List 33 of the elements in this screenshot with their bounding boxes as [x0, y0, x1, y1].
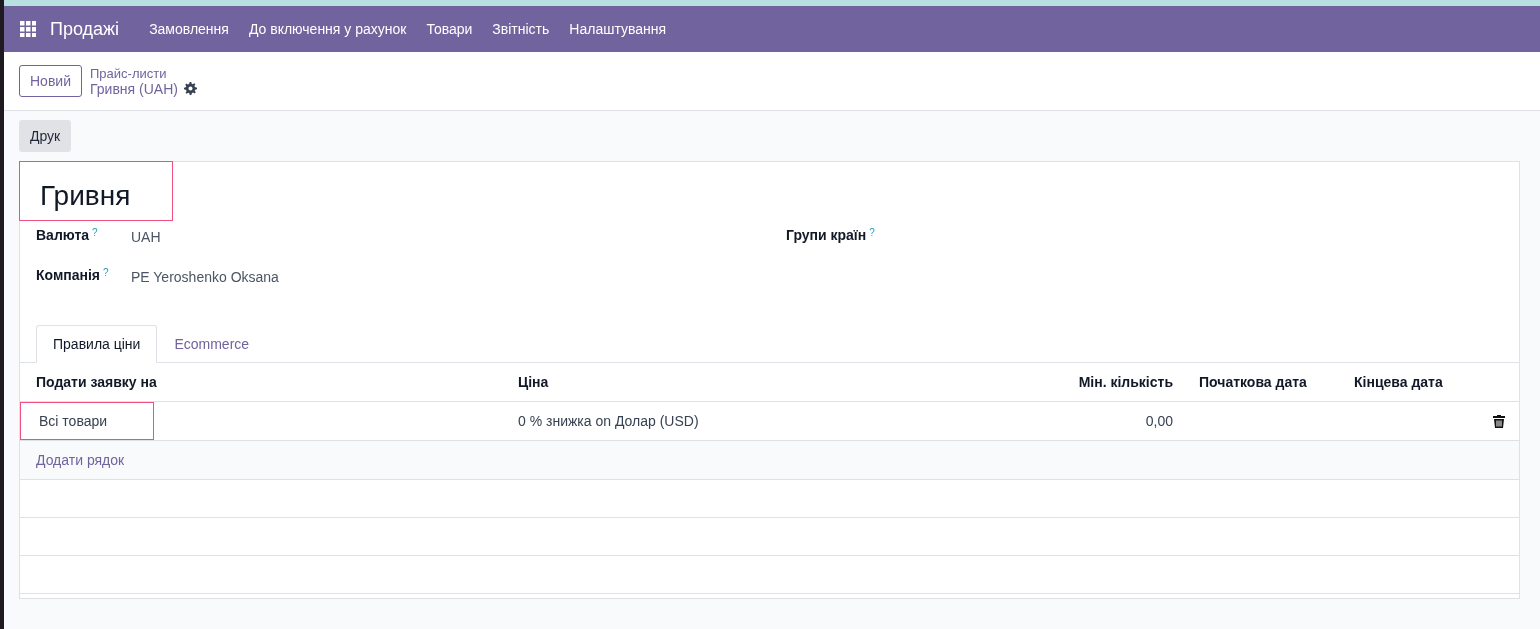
field-label: Групи країн [786, 227, 867, 243]
menu-item[interactable]: Звітність [482, 21, 560, 37]
new-button[interactable]: Новий [19, 65, 82, 97]
apps-grid-icon[interactable] [20, 21, 36, 37]
app-name[interactable]: Продажі [50, 18, 120, 40]
menu-item[interactable]: Налаштування [559, 21, 677, 37]
column-header[interactable]: Подати заявку на [20, 374, 502, 390]
tab[interactable]: Ecommerce [157, 325, 267, 363]
field-label: Компанія [36, 267, 101, 283]
menu-item[interactable]: Замовлення [139, 21, 239, 37]
add-line-link[interactable]: Додати рядок [36, 452, 125, 468]
breadcrumb-link[interactable]: Прайс-листи [90, 65, 197, 81]
record-name: Гривня (UAH) [90, 80, 178, 97]
column-header[interactable]: Мін. кількість [1059, 374, 1183, 390]
menu-item[interactable]: До включення у рахунок [238, 21, 417, 37]
help-mark[interactable]: ? [92, 227, 98, 243]
field-value[interactable]: UAH [131, 227, 161, 245]
column-header[interactable]: Кінцева дата [1338, 374, 1478, 390]
trash-icon[interactable] [1492, 414, 1505, 428]
table-cell-text: 0 % знижка on Долар (USD) [517, 413, 700, 429]
record-title: Гривня [19, 161, 174, 221]
table-cell-text: Всі товари [38, 413, 108, 429]
field-value[interactable]: PE Yeroshenko Oksana [131, 267, 279, 285]
print-button[interactable]: Друк [19, 120, 72, 152]
menu-item[interactable]: Товари [416, 21, 483, 37]
settings-icon[interactable] [183, 82, 197, 95]
table-cell-text: 0,00 [1144, 413, 1174, 429]
column-header[interactable]: Початкова дата [1183, 374, 1338, 390]
tab[interactable]: Правила ціни [36, 325, 158, 363]
column-header[interactable]: Ціна [502, 374, 1059, 390]
help-mark[interactable]: ? [869, 227, 875, 243]
help-mark[interactable]: ? [103, 267, 109, 283]
field-label: Валюта [36, 227, 90, 243]
